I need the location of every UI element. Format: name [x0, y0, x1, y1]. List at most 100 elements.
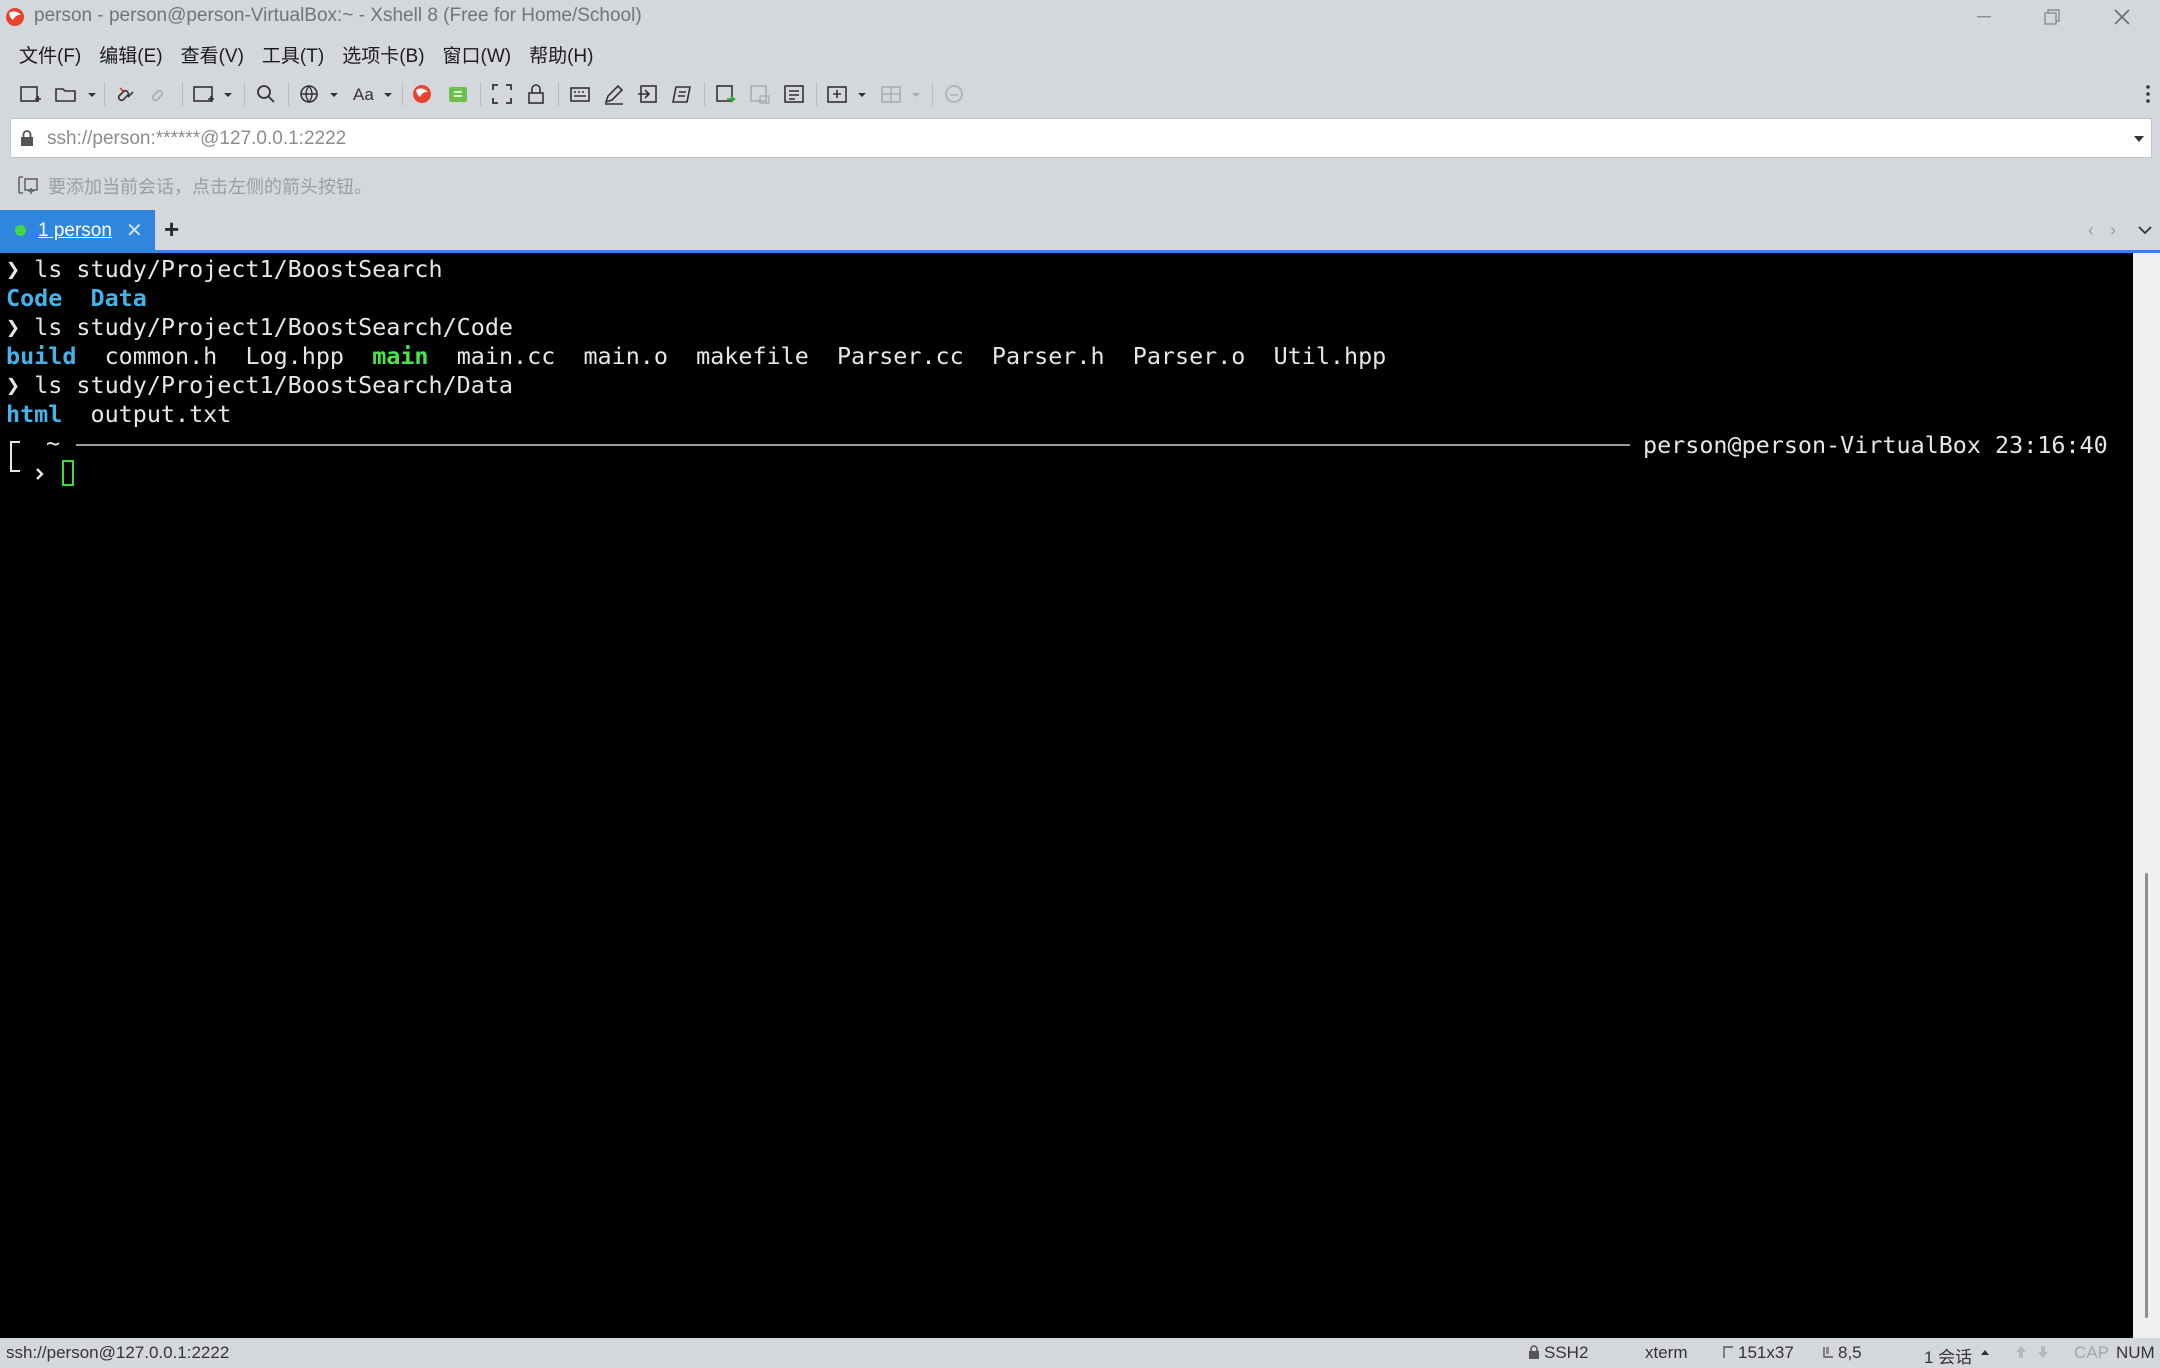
xshell-icon — [413, 85, 431, 103]
prompt-symbol: ❯ — [6, 255, 21, 283]
log-icon — [750, 85, 770, 104]
new-tab-button[interactable] — [190, 80, 236, 108]
lock-icon — [528, 84, 544, 104]
lock-button[interactable] — [522, 80, 550, 108]
status-cap: CAP — [2074, 1343, 2109, 1362]
file-entry: Parser.cc — [836, 342, 964, 370]
menu-edit[interactable]: 编辑(E) — [92, 36, 169, 70]
tab-list-chevron-icon[interactable] — [2138, 226, 2152, 235]
folder-open-icon — [55, 88, 96, 102]
restore-button[interactable] — [2022, 0, 2082, 34]
file-entry: output.txt — [90, 400, 232, 428]
xshell-button[interactable] — [408, 80, 436, 108]
add-tab-icon[interactable]: + — [164, 214, 179, 245]
search-icon — [257, 85, 275, 103]
find-button[interactable] — [252, 80, 280, 108]
status-size: 151x37 — [1738, 1343, 1794, 1362]
toolbar: Aa — [0, 72, 2160, 116]
terminal-scrollbar[interactable] — [2133, 253, 2160, 1338]
script-icon — [672, 86, 691, 103]
reconnect-button[interactable] — [112, 80, 140, 108]
compose-button[interactable] — [600, 80, 628, 108]
prompt-right-info: person@person-VirtualBox 23:16:40 — [1643, 431, 2108, 459]
tile-button[interactable] — [878, 80, 924, 108]
chevron-down-icon[interactable] — [2133, 135, 2145, 143]
cursor-position-icon — [1823, 1347, 1833, 1358]
terminal-line: build common.h Log.hpp main main.cc main… — [6, 342, 1386, 371]
close-button[interactable] — [2092, 0, 2152, 34]
log-button[interactable] — [746, 80, 774, 108]
menu-view[interactable]: 查看(V) — [174, 36, 251, 70]
notes-button[interactable] — [780, 80, 808, 108]
command-text: ls study/Project1/BoostSearch/Code — [34, 313, 513, 341]
globe-icon — [300, 85, 338, 104]
transfer-button[interactable] — [634, 80, 662, 108]
xftp-button[interactable] — [444, 80, 472, 108]
layout-button[interactable] — [824, 80, 870, 108]
terminal-line: ❯ ls study/Project1/BoostSearch/Data — [6, 371, 513, 400]
menu-file[interactable]: 文件(F) — [12, 36, 88, 70]
minimize-button[interactable] — [1954, 0, 2014, 34]
status-protocol: SSH2 — [1544, 1343, 1589, 1362]
new-tab-icon — [193, 86, 232, 102]
prompt-corner-icon — [10, 441, 44, 480]
status-cursor-pos: 8,5 — [1838, 1343, 1862, 1362]
status-sessions[interactable]: 1 会话 — [1924, 1343, 1972, 1368]
status-connection: ssh://person@127.0.0.1:2222 — [6, 1343, 230, 1362]
address-bar[interactable]: ssh://person:******@127.0.0.1:2222 — [10, 118, 2152, 158]
keyboard-button[interactable] — [566, 80, 594, 108]
add-session-arrow-icon[interactable] — [16, 174, 40, 196]
scrollbar-thumb[interactable] — [2145, 873, 2148, 1318]
send-button[interactable] — [712, 80, 740, 108]
command-text: ls study/Project1/BoostSearch — [34, 255, 443, 283]
encoding-button[interactable] — [296, 80, 342, 108]
fullscreen-button[interactable] — [488, 80, 516, 108]
dir-entry: Code — [6, 284, 63, 312]
new-session-button[interactable] — [16, 80, 44, 108]
prompt-rule — [76, 444, 1630, 446]
tab-label: 1 person — [38, 220, 112, 241]
login-icon — [638, 85, 657, 103]
xftp-icon — [449, 87, 467, 102]
restore-icon — [2044, 9, 2060, 25]
file-entry: main.o — [583, 342, 668, 370]
send-icon — [716, 85, 737, 103]
file-entry: Log.hpp — [245, 342, 345, 370]
arrow-down-icon — [2038, 1346, 2048, 1358]
chevron-right-icon[interactable]: › — [2110, 220, 2116, 241]
open-session-button[interactable] — [52, 80, 98, 108]
connection-status-dot — [15, 225, 26, 236]
disconnect-button[interactable] — [146, 80, 174, 108]
status-terminal-type: xterm — [1645, 1343, 1688, 1362]
script-button[interactable] — [668, 80, 696, 108]
font-button[interactable]: Aa — [350, 80, 396, 108]
menu-help[interactable]: 帮助(H) — [522, 36, 600, 70]
chevron-up-icon[interactable] — [1980, 1349, 1990, 1356]
grid-icon — [881, 86, 920, 103]
arrow-up-icon — [2016, 1346, 2026, 1358]
terminal-cursor — [62, 460, 74, 486]
svg-text:Aa: Aa — [353, 85, 374, 104]
xshell-logo-icon — [6, 8, 24, 26]
menu-tools[interactable]: 工具(T) — [255, 36, 331, 70]
prompt-symbol: ❯ — [6, 371, 21, 399]
add-panel-icon — [827, 86, 866, 103]
chevron-left-icon[interactable]: ‹ — [2088, 220, 2094, 241]
minimize-icon — [1977, 16, 1991, 18]
close-icon — [2114, 9, 2130, 25]
new-session-icon — [20, 86, 41, 102]
title-bar: person - person@person-VirtualBox:~ - Xs… — [0, 0, 2160, 34]
more-vertical-icon — [2146, 85, 2150, 103]
menu-bar: 文件(F) 编辑(E) 查看(V) 工具(T) 选项卡(B) 窗口(W) 帮助(… — [0, 36, 601, 70]
menu-tab[interactable]: 选项卡(B) — [335, 36, 431, 70]
terminal-screen[interactable]: ❯ ls study/Project1/BoostSearch Code Dat… — [0, 253, 2133, 1338]
menu-window[interactable]: 窗口(W) — [436, 36, 519, 70]
tab-close-icon[interactable]: ✕ — [126, 218, 143, 243]
more-button[interactable] — [2140, 80, 2156, 108]
tab-person[interactable]: 1 person ✕ — [0, 210, 155, 250]
chat-icon — [945, 85, 963, 103]
address-input[interactable]: ssh://person:******@127.0.0.1:2222 — [47, 128, 346, 150]
prompt-dir: ~ — [46, 429, 61, 457]
dir-entry: html — [6, 400, 63, 428]
chat-button[interactable] — [940, 80, 968, 108]
